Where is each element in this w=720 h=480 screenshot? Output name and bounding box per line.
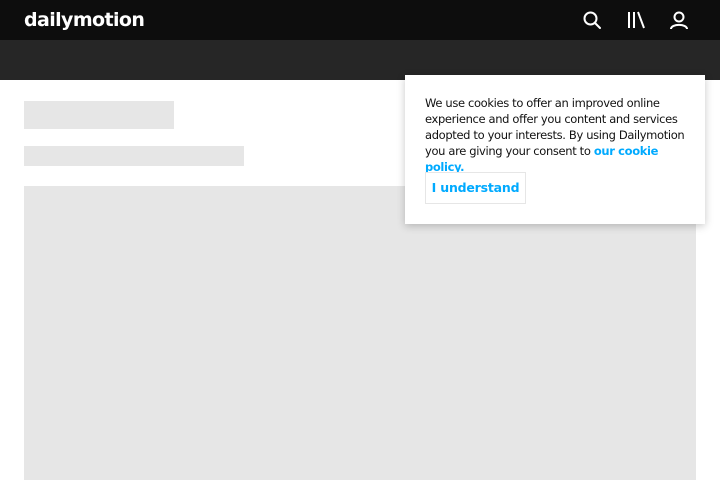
- i-understand-button[interactable]: I understand: [425, 172, 526, 204]
- search-icon[interactable]: [580, 8, 604, 32]
- cookie-message: We use cookies to offer an improved onli…: [425, 95, 685, 175]
- top-navigation-bar: dailymotion: [0, 0, 720, 40]
- dailymotion-logo[interactable]: dailymotion: [24, 8, 145, 32]
- library-icon[interactable]: [624, 8, 648, 32]
- user-icon[interactable]: [667, 8, 691, 32]
- video-player-placeholder: [24, 186, 696, 480]
- secondary-navigation-bar: [0, 40, 720, 80]
- title-placeholder: [24, 101, 174, 129]
- subtitle-placeholder: [24, 146, 244, 166]
- cookie-consent-banner: We use cookies to offer an improved onli…: [405, 75, 705, 224]
